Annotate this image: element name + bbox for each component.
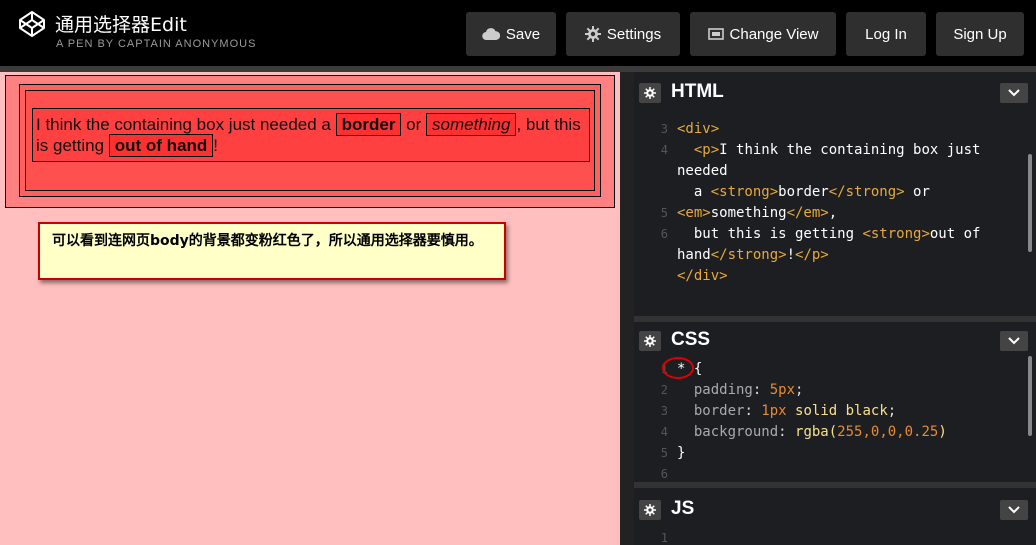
code-token: or	[904, 184, 930, 200]
preview-text: I think the containing box just needed a	[36, 115, 336, 134]
css-scrollbar[interactable]	[1028, 356, 1032, 436]
code-token: I think the containing box just	[719, 142, 981, 158]
js-code-editor[interactable]: 1	[634, 527, 1036, 545]
code-token: </p>	[795, 247, 829, 263]
line-number: 4	[660, 143, 668, 157]
signup-button[interactable]: Sign Up	[936, 12, 1024, 56]
change-view-label: Change View	[729, 25, 819, 43]
html-settings-button[interactable]	[639, 83, 661, 103]
line-number: 5	[660, 206, 668, 220]
chevron-down-icon	[1008, 89, 1020, 97]
preview-text: or	[401, 115, 427, 134]
preview-body-box: I think the containing box just needed a…	[5, 75, 615, 208]
html-editor-title: HTML	[671, 81, 724, 102]
css-code-editor[interactable]: 1 2 3 4 5 6 * { padding: 5px; border: 1p…	[634, 356, 1036, 482]
line-number: 1	[660, 531, 668, 545]
code-token: padding	[693, 382, 753, 398]
annotation-circle	[662, 357, 694, 379]
save-button[interactable]: Save	[466, 12, 556, 56]
preview-paragraph: I think the containing box just needed a…	[32, 108, 590, 162]
line-number: 6	[660, 227, 668, 241]
codepen-logo-icon[interactable]	[18, 10, 46, 38]
line-number: 6	[660, 467, 668, 481]
css-collapse-button[interactable]	[1000, 331, 1028, 351]
html-collapse-button[interactable]	[1000, 83, 1028, 103]
line-number: 4	[660, 425, 668, 439]
preview-strong-out-of-hand: out of hand	[108, 134, 214, 157]
code-token: ,	[828, 205, 838, 221]
code-token: </div>	[677, 268, 728, 284]
pen-author: A PEN BY CAPTAIN ANONYMOUS	[56, 38, 257, 50]
preview-strong-border: border	[335, 113, 402, 136]
js-editor-header: JS	[634, 491, 1036, 527]
code-token: hand	[677, 247, 711, 263]
preview-html-box: I think the containing box just needed a…	[19, 84, 601, 197]
pane-resize-handle[interactable]	[620, 72, 634, 545]
css-editor-title: CSS	[671, 329, 711, 350]
monitor-icon	[707, 28, 724, 40]
line-number: 3	[660, 122, 668, 136]
css-editor-header: CSS	[634, 322, 1036, 358]
code-token: }	[677, 445, 686, 461]
code-token: 5px	[769, 382, 796, 398]
code-token: background	[693, 424, 779, 440]
code-token: out of	[929, 226, 981, 242]
js-settings-button[interactable]	[639, 500, 661, 520]
login-button[interactable]: Log In	[846, 12, 926, 56]
code-token: 255,0,0,0.25	[837, 424, 939, 440]
code-token: <strong>	[862, 226, 930, 242]
editor-separator[interactable]	[634, 482, 1036, 488]
annotation-note: 可以看到连网页body的背景都变粉红色了，所以通用选择器要慎用。	[38, 222, 506, 280]
code-token: <p>	[693, 142, 720, 158]
top-header: 通用选择器Edit A PEN BY CAPTAIN ANONYMOUS Sav…	[0, 0, 1036, 66]
editor-panel: HTML 3 4 5 6 <div> <p>I think the contai…	[634, 72, 1036, 545]
code-token: 1px	[761, 403, 787, 419]
cloud-icon	[482, 28, 500, 40]
signup-label: Sign Up	[953, 25, 1007, 43]
html-scrollbar[interactable]	[1028, 154, 1032, 252]
code-token: </strong>	[828, 184, 905, 200]
html-code: <div> <p>I think the containing box just…	[677, 119, 1023, 287]
chevron-down-icon	[1008, 337, 1020, 345]
css-settings-button[interactable]	[639, 331, 661, 351]
line-number: 2	[660, 383, 668, 397]
chevron-down-icon	[1008, 506, 1020, 514]
login-label: Log In	[865, 25, 907, 43]
preview-text: !	[213, 136, 219, 155]
line-number: 5	[660, 446, 668, 460]
js-editor-title: JS	[671, 498, 695, 519]
line-number: 3	[660, 404, 668, 418]
gear-icon	[644, 87, 656, 99]
html-editor-header: HTML	[634, 74, 1036, 110]
code-token: a	[693, 184, 711, 200]
save-label: Save	[505, 25, 541, 43]
settings-button[interactable]: Settings	[566, 12, 680, 56]
pen-title[interactable]: 通用选择器Edit	[55, 10, 187, 37]
gear-icon	[644, 504, 656, 516]
code-token: <strong>	[710, 184, 779, 200]
settings-label: Settings	[606, 25, 662, 43]
gear-icon	[584, 26, 601, 42]
preview-em-something: something	[426, 113, 517, 136]
code-token: !	[786, 247, 796, 263]
code-token: <div>	[677, 121, 720, 137]
change-view-button[interactable]: Change View	[690, 12, 836, 56]
result-preview[interactable]: I think the containing box just needed a…	[0, 72, 620, 545]
code-token: <em>	[677, 205, 711, 221]
code-token: solid black	[795, 403, 888, 419]
html-code-editor[interactable]: 3 4 5 6 <div> <p>I think the containing …	[634, 110, 1036, 316]
code-token: needed	[677, 163, 728, 179]
gear-icon	[644, 335, 656, 347]
code-token: )	[938, 424, 947, 440]
code-token: but this is getting	[693, 226, 863, 242]
code-token: rgba(	[795, 424, 838, 440]
preview-div-box: I think the containing box just needed a…	[25, 90, 595, 191]
code-token: border	[778, 184, 829, 200]
css-code: * { padding: 5px; border: 1px solid blac…	[677, 361, 947, 461]
code-token: </em>	[786, 205, 829, 221]
js-collapse-button[interactable]	[1000, 500, 1028, 520]
code-token: </strong>	[710, 247, 787, 263]
code-token: something	[710, 205, 787, 221]
code-token: border	[693, 403, 745, 419]
